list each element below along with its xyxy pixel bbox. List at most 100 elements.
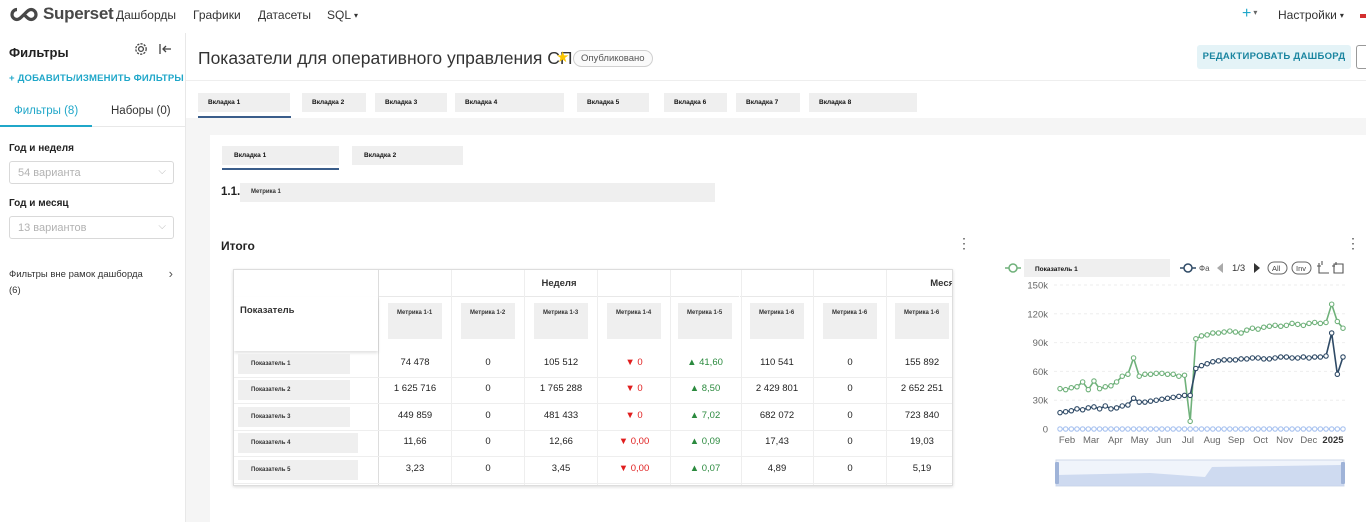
data-point[interactable] bbox=[1340, 354, 1346, 360]
data-point[interactable] bbox=[1272, 322, 1278, 329]
data-point[interactable] bbox=[1210, 330, 1216, 336]
data-point[interactable] bbox=[1170, 394, 1176, 401]
data-point[interactable] bbox=[1079, 426, 1086, 432]
column-header[interactable]: Метрика 1-3 bbox=[534, 303, 588, 339]
data-point[interactable] bbox=[1334, 371, 1341, 378]
subtab-2[interactable]: Вкладка 2 bbox=[352, 146, 463, 165]
data-point[interactable] bbox=[1108, 406, 1114, 412]
data-point[interactable] bbox=[1272, 355, 1278, 361]
data-point[interactable] bbox=[1079, 379, 1086, 385]
data-point[interactable] bbox=[1147, 371, 1154, 378]
subtab-1[interactable]: Вкладка 1 bbox=[222, 146, 339, 165]
data-point[interactable] bbox=[1204, 360, 1210, 367]
data-point[interactable] bbox=[1108, 383, 1114, 389]
out-of-scope-filters[interactable]: Фильтры вне рамок дашборда (6) › bbox=[9, 266, 179, 299]
data-point[interactable] bbox=[1277, 354, 1284, 360]
data-point[interactable] bbox=[1306, 355, 1312, 361]
data-point[interactable] bbox=[1159, 396, 1165, 402]
column-header[interactable]: Метрика 1-6 bbox=[895, 303, 949, 339]
data-point[interactable] bbox=[1062, 426, 1069, 432]
data-point[interactable] bbox=[1153, 370, 1159, 377]
data-point[interactable] bbox=[1068, 384, 1075, 391]
data-point[interactable] bbox=[1136, 399, 1142, 405]
data-point[interactable] bbox=[1176, 373, 1182, 379]
column-header[interactable]: Метрика 1-2 bbox=[461, 303, 515, 339]
data-point[interactable] bbox=[1294, 426, 1301, 432]
data-point[interactable] bbox=[1130, 426, 1137, 432]
data-point[interactable] bbox=[1142, 426, 1148, 432]
data-point[interactable] bbox=[1261, 426, 1267, 432]
column-header[interactable]: Метрика 1-6 bbox=[750, 303, 804, 339]
data-point[interactable] bbox=[1187, 392, 1193, 399]
legend-prev-icon[interactable] bbox=[1217, 263, 1223, 273]
data-point[interactable] bbox=[1306, 320, 1312, 327]
data-point[interactable] bbox=[1300, 322, 1307, 329]
data-point[interactable] bbox=[1311, 319, 1318, 326]
column-header[interactable]: Метрика 1-4 bbox=[607, 303, 661, 339]
data-point[interactable] bbox=[1176, 393, 1182, 400]
data-point[interactable] bbox=[1334, 318, 1341, 325]
more-actions-button[interactable] bbox=[1356, 45, 1366, 69]
data-point[interactable] bbox=[1119, 373, 1126, 379]
column-header[interactable]: Метрика 1-1 bbox=[388, 303, 442, 339]
data-point[interactable] bbox=[1266, 426, 1273, 432]
data-point[interactable] bbox=[1215, 330, 1222, 336]
superset-logo[interactable]: Superset bbox=[9, 4, 114, 24]
data-point[interactable] bbox=[1198, 333, 1205, 339]
data-point[interactable] bbox=[1198, 426, 1205, 432]
data-point[interactable] bbox=[1227, 328, 1233, 334]
data-point[interactable] bbox=[1164, 395, 1171, 402]
nav-dashboards[interactable]: Дашборды bbox=[116, 8, 176, 22]
data-point[interactable] bbox=[1289, 355, 1295, 361]
data-point[interactable] bbox=[1261, 324, 1267, 330]
data-point[interactable] bbox=[1096, 426, 1103, 432]
data-point[interactable] bbox=[1102, 403, 1109, 409]
data-point[interactable] bbox=[1238, 330, 1244, 336]
data-point[interactable] bbox=[1057, 409, 1063, 416]
data-point[interactable] bbox=[1215, 358, 1222, 364]
data-point[interactable] bbox=[1232, 357, 1239, 363]
data-point[interactable] bbox=[1210, 359, 1216, 365]
data-point[interactable] bbox=[1074, 426, 1080, 432]
data-point[interactable] bbox=[1068, 408, 1075, 414]
legend-item-label[interactable]: Фа bbox=[1199, 264, 1210, 273]
data-point[interactable] bbox=[1187, 418, 1193, 425]
data-point[interactable] bbox=[1232, 426, 1239, 432]
data-point[interactable] bbox=[1164, 371, 1171, 378]
zoom-handle-right[interactable] bbox=[1341, 462, 1345, 484]
data-point[interactable] bbox=[1238, 426, 1244, 432]
data-point[interactable] bbox=[1096, 406, 1103, 412]
data-point[interactable] bbox=[1091, 404, 1097, 410]
data-point[interactable] bbox=[1204, 332, 1210, 338]
data-point[interactable] bbox=[1215, 426, 1222, 432]
data-point[interactable] bbox=[1113, 405, 1120, 411]
data-point[interactable] bbox=[1266, 356, 1273, 362]
data-point[interactable] bbox=[1306, 426, 1312, 432]
data-point[interactable] bbox=[1102, 384, 1109, 390]
data-point[interactable] bbox=[1340, 325, 1346, 331]
column-header[interactable]: Метрика 1-6 bbox=[823, 303, 877, 339]
tab-1[interactable]: Вкладка 1 bbox=[198, 93, 290, 112]
data-point[interactable] bbox=[1317, 320, 1324, 327]
data-point[interactable] bbox=[1221, 357, 1227, 363]
gear-icon[interactable] bbox=[134, 42, 148, 56]
data-point[interactable] bbox=[1193, 365, 1199, 372]
data-point[interactable] bbox=[1057, 426, 1063, 432]
data-point[interactable] bbox=[1153, 426, 1159, 432]
data-point[interactable] bbox=[1227, 426, 1233, 432]
tab-7[interactable]: Вкладка 7 bbox=[736, 93, 800, 112]
data-point[interactable] bbox=[1249, 426, 1256, 432]
data-point[interactable] bbox=[1091, 378, 1097, 384]
data-point[interactable] bbox=[1283, 354, 1290, 360]
settings-menu[interactable]: Настройки ▾ bbox=[1278, 8, 1344, 22]
filter-select-year-month[interactable]: 13 вариантов ⌵ bbox=[9, 216, 174, 239]
data-point[interactable] bbox=[1255, 326, 1261, 332]
data-point[interactable] bbox=[1119, 403, 1126, 409]
data-point[interactable] bbox=[1130, 355, 1137, 361]
data-point[interactable] bbox=[1227, 357, 1233, 363]
data-point[interactable] bbox=[1255, 426, 1261, 432]
data-point[interactable] bbox=[1068, 426, 1075, 432]
tab-6[interactable]: Вкладка 6 bbox=[664, 93, 727, 112]
nav-datasets[interactable]: Датасеты bbox=[258, 8, 311, 22]
tab-2[interactable]: Вкладка 2 bbox=[302, 93, 366, 112]
